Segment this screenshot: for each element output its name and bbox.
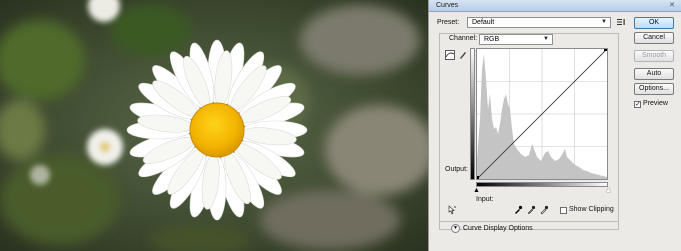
- title-bar[interactable]: Curves ✕: [429, 0, 681, 12]
- preset-value: Default: [472, 19, 495, 26]
- expand-options-button[interactable]: ▼: [451, 224, 460, 233]
- auto-button[interactable]: Auto: [634, 68, 674, 80]
- smooth-button[interactable]: Smooth: [634, 50, 674, 62]
- chevron-down-icon: ▼: [453, 225, 458, 231]
- dialog-title: Curves: [436, 2, 459, 9]
- black-point-handle[interactable]: [477, 176, 479, 179]
- channel-select[interactable]: RGB ▼: [479, 34, 553, 45]
- channel-label: Channel:: [449, 35, 478, 42]
- divider: [439, 221, 619, 222]
- channel-value: RGB: [484, 36, 500, 43]
- black-eyedropper-icon[interactable]: [513, 205, 523, 215]
- chevron-down-icon: ▼: [601, 19, 607, 25]
- preset-options-icon[interactable]: [616, 17, 626, 27]
- pencil-tool-icon[interactable]: [458, 50, 468, 60]
- preview-label: Preview: [643, 100, 668, 107]
- white-point-slider[interactable]: ▲: [605, 187, 612, 194]
- chevron-down-icon: ▼: [543, 36, 549, 42]
- curve-point-tool-icon[interactable]: [445, 50, 455, 60]
- cancel-button[interactable]: Cancel: [634, 32, 674, 44]
- show-clipping-checkbox[interactable]: [560, 207, 567, 214]
- show-clipping-label: Show Clipping: [569, 206, 614, 213]
- close-icon[interactable]: ✕: [666, 1, 678, 10]
- output-gradient-bar: [470, 48, 475, 180]
- output-label: Output:: [445, 166, 468, 173]
- daisy-flower: [126, 39, 308, 221]
- photo-preview: [0, 0, 428, 251]
- ok-button[interactable]: OK: [634, 17, 674, 29]
- black-point-slider[interactable]: ▲: [473, 187, 480, 194]
- histogram-curve-svg: [477, 49, 607, 179]
- gray-eyedropper-icon[interactable]: [526, 205, 536, 215]
- daisy-photo: [0, 0, 428, 251]
- preset-label: Preset:: [437, 19, 460, 26]
- white-eyedropper-icon[interactable]: [539, 205, 549, 215]
- input-gradient-bar: [476, 182, 608, 187]
- input-label: Input:: [476, 196, 494, 203]
- options-button[interactable]: Options...: [634, 83, 674, 95]
- preset-select[interactable]: Default ▼: [467, 17, 611, 28]
- on-image-adjust-icon[interactable]: [447, 205, 457, 215]
- preview-checkbox[interactable]: [634, 100, 641, 108]
- curve-display-options-label[interactable]: Curve Display Options: [463, 225, 533, 232]
- white-point-handle[interactable]: [604, 49, 607, 51]
- curve-graph[interactable]: [476, 48, 608, 180]
- curves-dialog: Curves ✕ Preset: Default ▼ OK Cancel Smo…: [428, 0, 681, 251]
